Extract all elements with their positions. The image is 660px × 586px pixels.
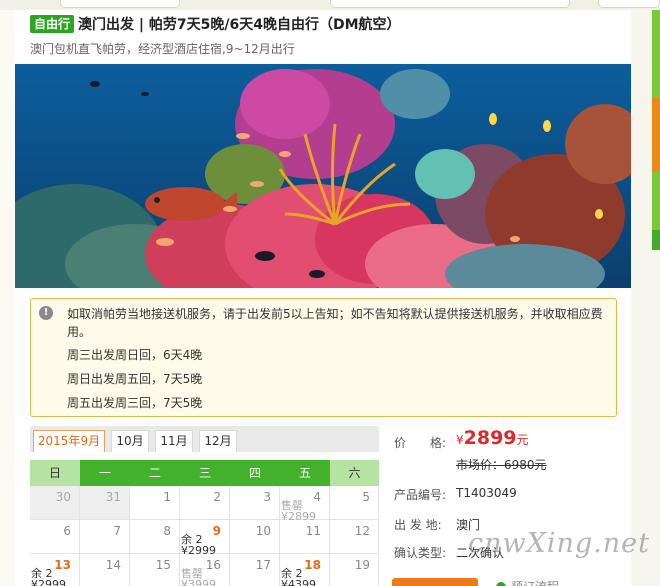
calendar-day-number: 17	[255, 558, 271, 572]
browser-tab[interactable]	[598, 0, 660, 8]
notice-box: ! 如取消帕劳当地接送机服务，请于出发前5以上告知；如不告知将默认提供接送机服务…	[30, 298, 617, 417]
calendar-day-cell[interactable]: 15	[130, 554, 180, 586]
tab-month-sep[interactable]: 2015年9月	[33, 430, 105, 452]
departure-label: 出 发 地:	[394, 518, 442, 532]
calendar-day-cell[interactable]: 4 售罄 ¥2899	[280, 486, 330, 522]
weekday-fri: 五	[280, 460, 330, 486]
calendar-day-cell[interactable]: 6	[30, 520, 80, 554]
weekday-wed: 三	[180, 460, 230, 486]
calendar-day-cell[interactable]: 13 余 2 ¥2999	[30, 554, 80, 586]
calendar-day-info: 售罄 ¥3999	[181, 568, 216, 586]
browser-tab-strip	[0, 0, 660, 10]
hero-image-coral-reef	[15, 64, 631, 288]
price-row: 价 格: ¥2899元	[394, 427, 529, 451]
side-nav-selected[interactable]	[652, 98, 660, 172]
calendar-day-cell[interactable]: 8	[130, 520, 180, 554]
product-title: 澳门出发 | 帕劳7天5晚/6天4晚自由行（DM航空）	[78, 17, 401, 33]
left-gutter	[0, 10, 14, 586]
book-now-button[interactable]	[392, 578, 478, 586]
browser-tab[interactable]	[60, 0, 180, 8]
alert-icon: !	[39, 306, 53, 320]
calendar-day-number: 7	[113, 524, 121, 538]
coral-reef-illustration	[15, 64, 631, 288]
calendar-day-info: 余 2 ¥4399	[281, 568, 316, 586]
calendar-day-cell[interactable]: 17	[230, 554, 280, 586]
calendar-day-cell[interactable]: 18 余 2 ¥4399	[280, 554, 330, 586]
product-page: 自由行 澳门出发 | 帕劳7天5晚/6天4晚自由行（DM航空） 澳门包机直飞帕劳…	[14, 10, 631, 586]
calendar-day-cell[interactable]: 30	[30, 486, 80, 520]
confirm-label: 确认类型:	[394, 546, 447, 560]
calendar-day-number: 11	[305, 524, 321, 538]
calendar-day-number: 5	[362, 490, 370, 504]
departure-row: 出 发 地: 澳门	[394, 516, 480, 533]
calendar-day-cell[interactable]: 16 售罄 ¥3999	[180, 554, 230, 586]
calendar-day-info: 售罄 ¥2899	[281, 500, 316, 522]
calendar-day-info: 余 2 ¥2999	[31, 568, 66, 586]
departure-calendar: 2015年9月 10月 11月 12月 日 一 二 三 四 五 六 30 31 1 2…	[30, 426, 379, 586]
weekday-tue: 二	[130, 460, 180, 486]
schedule-line: 周五出发周三回，7天5晚	[67, 396, 203, 410]
calendar-day-number: 3	[263, 490, 271, 504]
product-type-badge: 自由行	[30, 15, 75, 33]
market-price: 市场价：6980元	[456, 458, 547, 472]
info-icon	[496, 582, 506, 586]
side-nav-band	[652, 230, 660, 250]
calendar-day-number: 2	[213, 490, 221, 504]
title-row: 自由行 澳门出发 | 帕劳7天5晚/6天4晚自由行（DM航空）	[30, 15, 401, 33]
calendar-day-cell[interactable]: 2	[180, 486, 230, 520]
tab-month-dec[interactable]: 12月	[199, 430, 237, 452]
confirm-type: 二次确认	[456, 546, 505, 560]
calendar-day-info: 余 2 ¥2999	[181, 534, 216, 556]
product-code-row: 产品编号: T1403049	[394, 486, 517, 503]
calendar-day-number: 30	[55, 490, 71, 504]
calendar-day-cell[interactable]: 10	[230, 520, 280, 554]
day-price: ¥4399	[281, 578, 316, 586]
calendar-day-cell[interactable]: 5	[330, 486, 379, 520]
calendar-day-number: 8	[163, 524, 171, 538]
product-code: T1403049	[456, 486, 517, 500]
tab-month-nov[interactable]: 11月	[155, 430, 193, 452]
notice-main-text: 如取消帕劳当地接送机服务，请于出发前5以上告知；如不告知将默认提供接送机服务，并…	[67, 307, 603, 339]
calendar-day-number: 14	[105, 558, 121, 572]
month-tabs: 2015年9月 10月 11月 12月	[30, 426, 379, 452]
calendar-day-number: 12	[354, 524, 370, 538]
calendar-day-cell[interactable]: 9余 2 ¥2999	[180, 520, 230, 556]
departure-city: 澳门	[456, 518, 481, 532]
calendar-day-cell[interactable]: 11	[280, 520, 330, 554]
schedule-line: 周三出发周日回，6天4晚	[67, 348, 203, 362]
product-code-label: 产品编号:	[394, 488, 447, 502]
side-nav-strip[interactable]	[652, 10, 660, 250]
price-label: 价 格:	[394, 436, 447, 450]
calendar-day-cell[interactable]: 19	[330, 554, 379, 586]
weekday-thu: 四	[230, 460, 280, 486]
calendar-day-cell[interactable]: 14	[80, 554, 130, 586]
weekday-sat: 六	[330, 460, 379, 486]
calendar-day-number: 6	[63, 524, 71, 538]
calendar-day-number: 10	[255, 524, 271, 538]
schedule-line: 周日出发周五回，7天5晚	[67, 372, 203, 386]
tab-month-oct[interactable]: 10月	[111, 430, 149, 452]
calendar-day-number: 19	[354, 558, 370, 572]
weekday-sun: 日	[30, 460, 80, 486]
day-price: ¥2999	[31, 578, 66, 586]
calendar-day-cell[interactable]: 7	[80, 520, 130, 554]
calendar-day-cell[interactable]: 3	[230, 486, 280, 520]
weekday-header: 日 一 二 三 四 五 六	[30, 460, 379, 486]
weekday-mon: 一	[80, 460, 130, 486]
calendar-day-number: 1	[163, 490, 171, 504]
calendar-day-number: 15	[155, 558, 171, 572]
product-subtitle: 澳门包机直飞帕劳，经济型酒店住宿,9~12月出行	[30, 42, 295, 56]
calendar-day-cell[interactable]: 12	[330, 520, 379, 554]
calendar-day-number: 31	[105, 490, 121, 504]
calendar-day-cell[interactable]: 1	[130, 486, 180, 520]
day-price: ¥3999	[181, 578, 216, 586]
confirm-row: 确认类型: 二次确认	[394, 544, 504, 561]
price-value: ¥2899元	[456, 427, 529, 449]
calendar-day-cell[interactable]: 31	[80, 486, 130, 520]
booking-flow-link[interactable]: 预订流程	[511, 578, 559, 586]
browser-tab[interactable]	[330, 0, 570, 8]
